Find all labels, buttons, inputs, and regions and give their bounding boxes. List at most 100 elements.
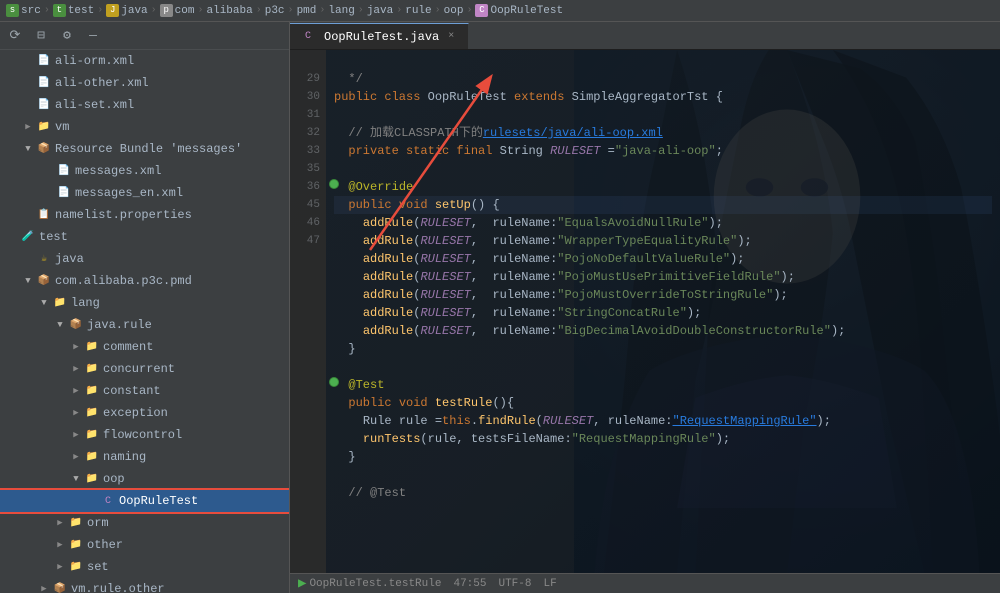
breadcrumb-sep9: ›: [396, 5, 402, 16]
str-rule5: "PojoMustOverrideToStringRule": [557, 286, 773, 304]
gutter-run-icon-2[interactable]: [326, 374, 342, 390]
tree-item-ali-other[interactable]: ▶ 📄 ali-other.xml: [0, 72, 289, 94]
gutter-run-icon-1[interactable]: [326, 176, 342, 192]
project-sidebar: ⟳ ⊟ ⚙ — ▶ 📄 ali-orm.xml ▶ 📄 ali-other.xm…: [0, 22, 290, 593]
tree-item-com-alibaba[interactable]: ▼ 📦 com.alibaba.p3c.pmd: [0, 270, 289, 292]
tree-item-namelist[interactable]: ▶ 📋 namelist.properties: [0, 204, 289, 226]
tree-item-java-root[interactable]: ▶ ☕ java: [0, 248, 289, 270]
breadcrumb-sep: ›: [44, 5, 50, 16]
code-editor[interactable]: */ public class OopRuleTest extends Simp…: [326, 50, 1000, 573]
paren5: (: [413, 286, 420, 304]
tree-item-vm[interactable]: ▶ 📁 vm: [0, 116, 289, 138]
no-arrow: ▶: [20, 53, 36, 69]
tree-item-java-rule[interactable]: ▼ 📦 java.rule: [0, 314, 289, 336]
tree-item-flowcontrol[interactable]: ▶ 📁 flowcontrol: [0, 424, 289, 446]
method-addrule2: addRule: [363, 232, 413, 250]
code-line-comment-test: // @Test: [334, 484, 992, 502]
tree-item-oop-rule-test[interactable]: ▶ C OopRuleTest: [0, 490, 289, 512]
tree-item-lang[interactable]: ▼ 📁 lang: [0, 292, 289, 314]
ruleset3: RULESET: [420, 250, 470, 268]
tab-label: OopRuleTest.java: [324, 30, 439, 44]
run-dot-1: [329, 179, 339, 189]
tree-item-other[interactable]: ▶ 📁 other: [0, 534, 289, 556]
code-line-37: addRule ( RULESET , ruleName: "EqualsAvo…: [334, 214, 992, 232]
tree-label-flowcontrol: flowcontrol: [103, 428, 182, 442]
paren8: (){: [492, 394, 514, 412]
indent7: [334, 250, 363, 268]
tree-item-concurrent[interactable]: ▶ 📁 concurrent: [0, 358, 289, 380]
breadcrumb-pmd[interactable]: pmd: [297, 5, 317, 17]
breadcrumb-java2[interactable]: java: [367, 5, 393, 17]
resource-icon: 📦: [36, 142, 52, 156]
code-line-39: addRule ( RULESET , ruleName: "PojoNoDef…: [334, 250, 992, 268]
collapse-all-button[interactable]: ⊟: [30, 25, 52, 47]
tab-close-button[interactable]: ×: [444, 30, 458, 44]
breadcrumb-com[interactable]: p com: [160, 4, 195, 17]
status-run-item[interactable]: ▶ OopRuleTest.testRule: [298, 575, 441, 592]
tree-item-test-root[interactable]: ▶ 🧪 test: [0, 226, 289, 248]
orm-arrow: ▶: [52, 515, 68, 531]
str-rule7: "BigDecimalAvoidDoubleConstructorRule": [557, 322, 831, 340]
settings-button[interactable]: ⚙: [56, 25, 78, 47]
editor-content: 29 30 31 32 33 35 36 45 46 47: [290, 50, 1000, 573]
code-line-close2: }: [334, 448, 992, 466]
method-addrule6: addRule: [363, 304, 413, 322]
tree-label-java-rule: java.rule: [87, 318, 152, 332]
space8: rule =: [392, 412, 442, 430]
tree-item-ali-set[interactable]: ▶ 📄 ali-set.xml: [0, 94, 289, 116]
no-arrow6: ▶: [20, 207, 36, 223]
folder-icon-exception: 📁: [84, 406, 100, 420]
brace-close1: }: [334, 340, 356, 358]
tree-item-naming[interactable]: ▶ 📁 naming: [0, 446, 289, 468]
file-tree: ▶ 📄 ali-orm.xml ▶ 📄 ali-other.xml ▶ 📄 al…: [0, 50, 289, 593]
tree-label-oop-rule-test: OopRuleTest: [119, 494, 198, 508]
tree-item-comment[interactable]: ▶ 📁 comment: [0, 336, 289, 358]
status-encoding-label: UTF-8: [498, 578, 531, 590]
comma4: , ruleName:: [471, 268, 557, 286]
breadcrumb-test[interactable]: t test: [53, 4, 94, 17]
var-ruleset: RULESET: [550, 142, 600, 160]
breadcrumb-lang[interactable]: lang: [328, 5, 354, 17]
comma1: , ruleName:: [471, 214, 557, 232]
breadcrumb-rule[interactable]: rule: [405, 5, 431, 17]
naming-arrow: ▶: [68, 449, 84, 465]
sync-button[interactable]: ⟳: [4, 25, 26, 47]
space4: [492, 142, 499, 160]
breadcrumb-oop[interactable]: oop: [444, 5, 464, 17]
breadcrumb-class[interactable]: C OopRuleTest: [475, 4, 563, 17]
tree-item-vm-rule-other[interactable]: ▶ 📦 vm.rule.other: [0, 578, 289, 593]
tree-item-ali-orm[interactable]: ▶ 📄 ali-orm.xml: [0, 50, 289, 72]
close-button[interactable]: —: [82, 25, 104, 47]
tree-item-oop[interactable]: ▼ 📁 oop: [0, 468, 289, 490]
indent13: [334, 394, 348, 412]
pkg-icon-java-rule: 📦: [68, 318, 84, 332]
tree-item-resource-bundle[interactable]: ▼ 📦 Resource Bundle 'messages': [0, 138, 289, 160]
tree-item-set[interactable]: ▶ 📁 set: [0, 556, 289, 578]
comment-arrow: ▶: [68, 339, 84, 355]
paren-close6: );: [687, 304, 701, 322]
tree-item-exception[interactable]: ▶ 📁 exception: [0, 402, 289, 424]
tree-label-concurrent: concurrent: [103, 362, 175, 376]
breadcrumb-src[interactable]: s src: [6, 4, 41, 17]
tab-oop-rule-test[interactable]: C OopRuleTest.java ×: [290, 23, 469, 49]
tree-item-constant[interactable]: ▶ 📁 constant: [0, 380, 289, 402]
oop-arrow: ▼: [68, 471, 84, 487]
tree-item-messages-en[interactable]: ▶ 📄 messages_en.xml: [0, 182, 289, 204]
ruleset7: RULESET: [420, 322, 470, 340]
tree-item-orm[interactable]: ▶ 📁 orm: [0, 512, 289, 534]
breadcrumb-p3c[interactable]: p3c: [265, 5, 285, 17]
breadcrumb-alibaba[interactable]: alibaba: [207, 5, 253, 17]
code-line-34: [334, 160, 992, 178]
java-folder-icon: ☕: [36, 252, 52, 266]
breadcrumb-sep7: ›: [319, 5, 325, 16]
str-rule2: "WrapperTypeEqualityRule": [557, 232, 737, 250]
tree-label-ali-other: ali-other.xml: [55, 76, 149, 90]
breadcrumb-java[interactable]: J java: [106, 4, 147, 17]
lang-arrow: ▼: [36, 295, 52, 311]
editor-area: C OopRuleTest.java ×: [290, 22, 1000, 593]
breadcrumb-sep10: ›: [435, 5, 441, 16]
tree-item-messages-xml[interactable]: ▶ 📄 messages.xml: [0, 160, 289, 182]
status-position-label: 47:55: [453, 578, 486, 590]
annotation-override: @Override: [348, 178, 413, 196]
link-ruleset[interactable]: rulesets/java/ali-oop.xml: [483, 124, 663, 142]
